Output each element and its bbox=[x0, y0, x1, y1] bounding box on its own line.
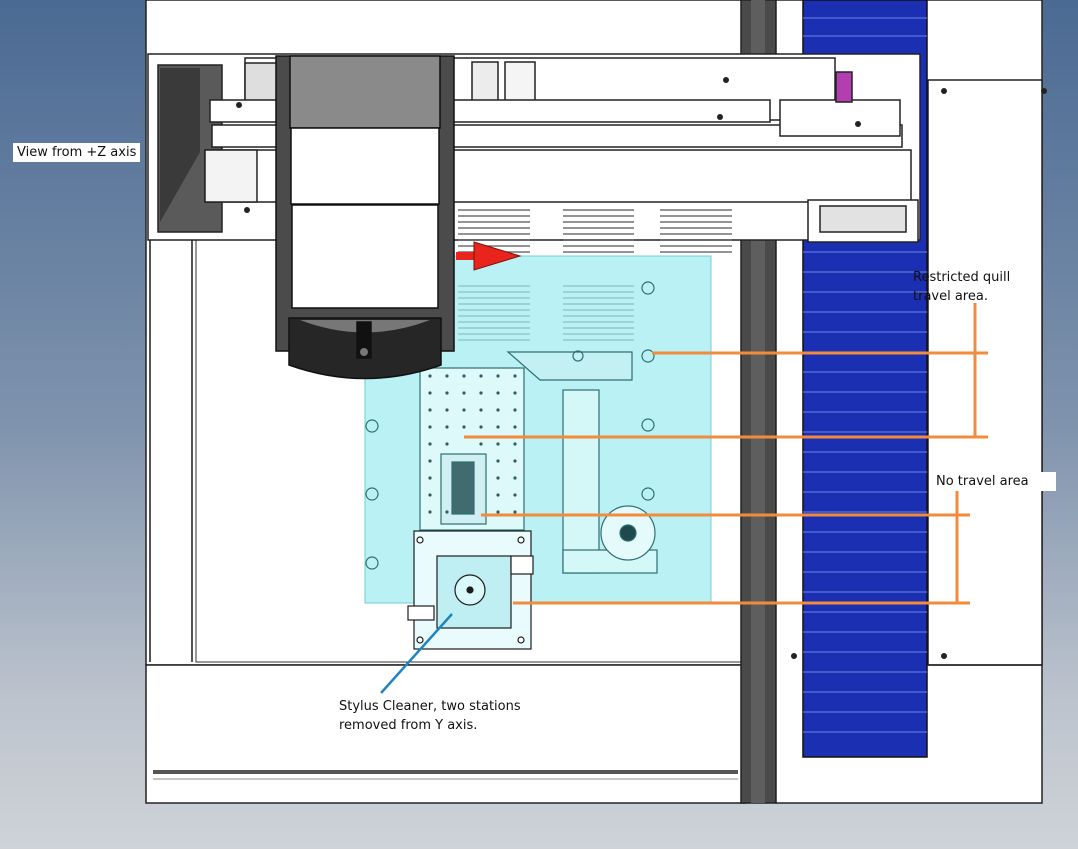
cmm-top-view-drawing bbox=[145, 0, 1047, 804]
bridge-beam bbox=[147, 53, 921, 243]
restricted-travel-label: Restricted quill travel area. bbox=[913, 270, 1011, 304]
quill-head bbox=[275, 55, 455, 380]
stylus-cleaner-unit bbox=[407, 530, 534, 650]
view-orientation-label: View from +Z axis bbox=[13, 143, 141, 162]
stylus-cleaner-label: Stylus Cleaner, two stations removed fro… bbox=[339, 699, 521, 733]
no-travel-label: No travel area bbox=[932, 472, 1056, 491]
